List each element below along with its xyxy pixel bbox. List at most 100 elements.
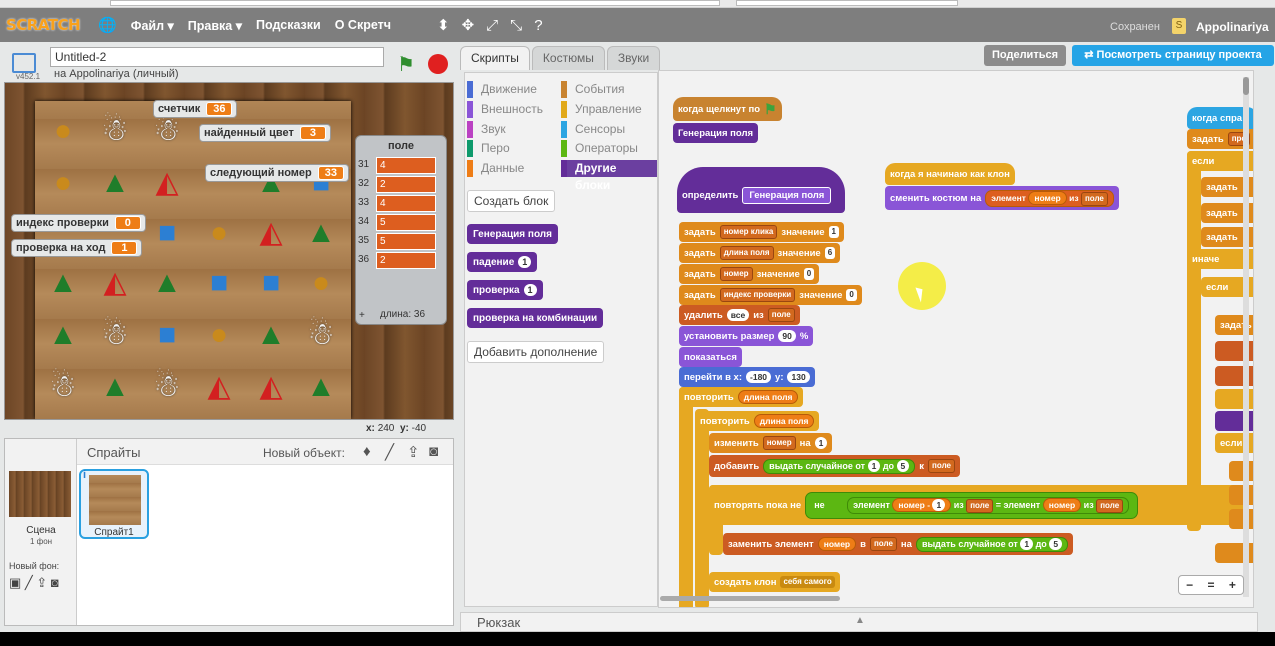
var-monitor-check-index[interactable]: индекс проверки 0 bbox=[11, 214, 146, 232]
address-field[interactable] bbox=[110, 0, 720, 6]
project-title-input[interactable]: Untitled-2 bbox=[50, 47, 384, 67]
define-name[interactable]: Генерация поля bbox=[742, 187, 832, 204]
list-cell[interactable]: 4 bbox=[376, 195, 436, 212]
palette-block-check[interactable]: проверка 1 bbox=[467, 280, 543, 300]
delete-list-block[interactable]: удалить все из поле bbox=[679, 305, 800, 325]
reporter-var[interactable]: длина поля bbox=[753, 414, 815, 428]
var-dropdown[interactable]: номер bbox=[719, 267, 753, 281]
set-var-block[interactable] bbox=[1229, 509, 1253, 529]
palette-block-check-combos[interactable]: проверка на комбинации bbox=[467, 308, 604, 328]
paint-icon[interactable]: ╱ bbox=[25, 575, 33, 590]
info-icon[interactable]: i bbox=[83, 469, 86, 481]
not-operator[interactable]: не элемент номер - 1 из поле = элемент н… bbox=[805, 491, 1139, 519]
var-dropdown[interactable]: индекс проверки bbox=[719, 288, 796, 302]
reporter-var[interactable]: длина поля bbox=[737, 390, 799, 404]
set-var-block[interactable] bbox=[1229, 485, 1253, 505]
category-operators[interactable]: Операторы bbox=[561, 140, 638, 157]
x-input[interactable]: -180 bbox=[746, 371, 772, 383]
stage[interactable]: ● ☃ ☃ ■ ● ▲ ◭ ▲ ■ ■ ● ◭ ▲ ▲ ◭ ▲ ■ ■ ● ▲ … bbox=[4, 82, 454, 420]
scroll-thumb[interactable] bbox=[1243, 77, 1249, 95]
share-button[interactable]: Поделиться bbox=[984, 45, 1066, 66]
zoom-reset-icon[interactable]: = bbox=[1207, 578, 1214, 592]
value-input[interactable]: все bbox=[726, 309, 750, 321]
var-dropdown[interactable]: длина поля bbox=[719, 246, 774, 260]
subtract-reporter[interactable]: номер - 1 bbox=[892, 497, 952, 512]
category-sensing[interactable]: Сенсоры bbox=[561, 121, 625, 138]
paint-sprite-icon[interactable]: ╱ bbox=[385, 443, 394, 461]
var-dropdown[interactable]: номер bbox=[762, 436, 796, 450]
show-block[interactable]: показаться bbox=[679, 347, 742, 367]
camera-sprite-icon[interactable]: ◙ bbox=[429, 443, 438, 460]
random-reporter[interactable]: выдать случайное от 1 до 5 bbox=[915, 536, 1069, 552]
category-events[interactable]: События bbox=[561, 81, 625, 98]
category-looks[interactable]: Внешность bbox=[467, 101, 543, 118]
scene-thumbnail[interactable] bbox=[9, 471, 71, 517]
block-arg[interactable]: 1 bbox=[518, 256, 532, 268]
list-cell[interactable]: 2 bbox=[376, 176, 436, 193]
list-cell[interactable]: 2 bbox=[376, 252, 436, 269]
set-var-block[interactable]: задать номер значение 0 bbox=[679, 264, 820, 284]
repeat-block[interactable]: повторить длина поля bbox=[695, 411, 820, 431]
list-cell[interactable]: 5 bbox=[376, 214, 436, 231]
create-clone-block[interactable]: создать клон себя самого bbox=[709, 572, 840, 592]
cut-icon[interactable]: ✥ bbox=[462, 16, 475, 34]
category-data[interactable]: Данные bbox=[467, 160, 524, 177]
list-add-icon[interactable]: + bbox=[359, 310, 365, 321]
list-monitor-field[interactable]: поле 31 4 32 2 33 4 34 5 35 5 36 2 + длина: 36 bbox=[355, 135, 447, 325]
username[interactable]: Appolinariya bbox=[1196, 20, 1269, 34]
repeat-until-block[interactable]: повторять пока не не элемент номер - 1 и… bbox=[709, 485, 1249, 525]
category-motion[interactable]: Движение bbox=[467, 81, 537, 98]
replace-item-block[interactable]: заменить элемент номер в поле на выдать случа… bbox=[723, 533, 1074, 555]
upload-sprite-icon[interactable]: ⇪ bbox=[407, 443, 420, 461]
category-more-blocks[interactable]: Другие блоки bbox=[561, 160, 657, 192]
set-var-block[interactable]: задать индекс проверки значение 0 bbox=[679, 285, 862, 305]
var-monitor-next-number[interactable]: следующий номер 33 bbox=[205, 164, 350, 182]
grow-icon[interactable]: ⤢ bbox=[486, 17, 498, 34]
menu-file[interactable]: Файл ▾ bbox=[131, 18, 174, 33]
value-input[interactable]: 0 bbox=[803, 268, 815, 280]
zoom-in-icon[interactable]: + bbox=[1229, 578, 1236, 592]
backpack-bar[interactable]: Рюкзак ▲ bbox=[460, 612, 1258, 632]
list-cell[interactable]: 5 bbox=[376, 233, 436, 250]
add-extension-button[interactable]: Добавить дополнение bbox=[467, 341, 605, 363]
category-pen[interactable]: Перо bbox=[467, 140, 510, 157]
set-var-block[interactable] bbox=[1229, 461, 1253, 481]
list-cell[interactable]: 4 bbox=[376, 157, 436, 174]
menu-about[interactable]: О Скретч bbox=[335, 18, 391, 32]
sprite-card[interactable]: i Спрайт1 bbox=[79, 469, 149, 539]
palette-block-generate[interactable]: Генерация поля bbox=[467, 224, 558, 244]
hat-when-clone-starts[interactable]: когда я начинаю как клон bbox=[885, 163, 1015, 185]
value-input[interactable]: 5 bbox=[896, 459, 910, 472]
menu-edit[interactable]: Правка ▾ bbox=[188, 18, 242, 33]
value-input[interactable]: 1 bbox=[828, 226, 839, 238]
item-of-list-reporter[interactable]: элемент номер из поле bbox=[985, 189, 1114, 207]
value-input[interactable]: 90 bbox=[778, 330, 796, 342]
chevron-up-icon[interactable]: ▲ bbox=[855, 615, 865, 626]
block-arg[interactable]: 1 bbox=[523, 284, 537, 296]
horizontal-scrollbar[interactable] bbox=[660, 596, 840, 601]
zoom-out-icon[interactable]: − bbox=[1186, 578, 1193, 592]
search-field[interactable] bbox=[736, 0, 958, 6]
reporter-var[interactable]: номер bbox=[817, 537, 857, 551]
equals-operator[interactable]: элемент номер - 1 из поле = элемент номе… bbox=[847, 496, 1130, 514]
scripts-area[interactable]: когда щелкнут по ⚑ Генерация поля определ… bbox=[658, 70, 1254, 608]
var-monitor-move-check[interactable]: проверка на ход 1 bbox=[11, 239, 143, 257]
set-size-block[interactable]: установить размер 90% bbox=[679, 326, 814, 346]
sprite-library-icon[interactable]: ♦ bbox=[363, 443, 371, 460]
image-icon[interactable]: ▣ bbox=[9, 575, 21, 590]
camera-icon[interactable]: ◙ bbox=[51, 575, 59, 590]
list-dropdown[interactable]: поле bbox=[1080, 191, 1108, 206]
bag-icon[interactable]: S bbox=[1172, 18, 1186, 34]
tab-costumes[interactable]: Костюмы bbox=[531, 46, 605, 70]
green-flag-icon[interactable]: ⚑ bbox=[397, 52, 415, 77]
add-to-list-block[interactable]: добавить выдать случайное от 1 до 5 к поле bbox=[709, 455, 960, 477]
reporter-var[interactable]: номер bbox=[1028, 190, 1067, 205]
shrink-icon[interactable]: ⤡ bbox=[510, 17, 522, 34]
value-input[interactable]: 6 bbox=[824, 247, 836, 259]
palette-block-fall[interactable]: падение 1 bbox=[467, 252, 538, 272]
y-input[interactable]: 130 bbox=[787, 371, 810, 383]
value-input[interactable]: 1 bbox=[867, 459, 881, 472]
clone-dropdown[interactable]: себя самого bbox=[780, 576, 835, 588]
change-var-block[interactable]: изменить номер на 1 bbox=[709, 433, 833, 453]
upload-icon[interactable]: ⇪ bbox=[36, 575, 47, 590]
